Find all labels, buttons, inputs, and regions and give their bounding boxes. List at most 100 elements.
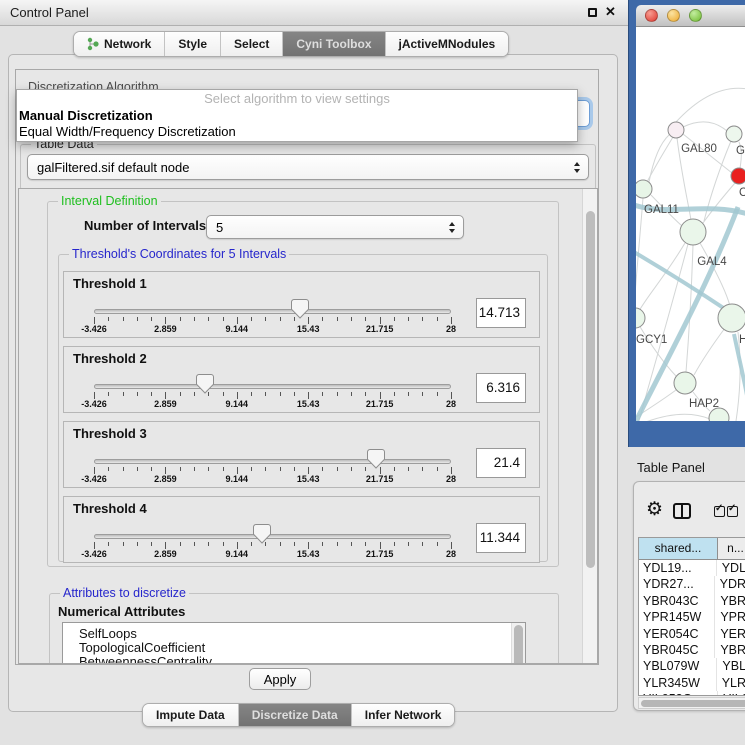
tick-mark xyxy=(194,467,195,471)
node-label: G xyxy=(736,145,745,157)
table-row[interactable]: YBR045CYBR0 xyxy=(639,642,745,658)
tab-select[interactable]: Select xyxy=(220,32,282,56)
column-header-shared-name[interactable]: shared... xyxy=(639,538,718,559)
tab-impute-data[interactable]: Impute Data xyxy=(143,704,238,726)
tick-mark xyxy=(380,317,381,324)
tick-mark xyxy=(365,392,366,396)
apply-button[interactable]: Apply xyxy=(249,668,311,690)
close-icon[interactable]: ✕ xyxy=(605,4,616,20)
network-node-hap2[interactable] xyxy=(674,372,696,394)
table-row[interactable]: YDR27...YDR2 xyxy=(639,576,745,592)
threshold-value-field[interactable]: 11.344 xyxy=(476,523,526,553)
zoom-traffic-light-icon[interactable] xyxy=(689,9,702,22)
network-node-gal80[interactable] xyxy=(668,122,684,138)
table-data-combobox[interactable]: galFiltered.sif default node xyxy=(27,154,589,180)
interval-definition-group: Interval Definition Number of Intervals … xyxy=(47,201,559,567)
tick-mark xyxy=(108,392,109,396)
tick-mark xyxy=(165,542,166,549)
threshold-label: Threshold 2 xyxy=(73,351,147,366)
network-node-gal4[interactable] xyxy=(680,219,706,245)
tick-mark xyxy=(151,392,152,396)
checkbox-icon[interactable] xyxy=(727,506,738,517)
network-node[interactable] xyxy=(726,126,742,142)
tick-label: 28 xyxy=(429,399,473,409)
threshold-value-field[interactable]: 21.4 xyxy=(476,448,526,478)
minimize-traffic-light-icon[interactable] xyxy=(667,9,680,22)
checkbox-icon[interactable] xyxy=(714,506,725,517)
numerical-attributes-list[interactable]: SelfLoopsTopologicalCoefficientBetweenne… xyxy=(62,622,526,664)
network-node-h[interactable] xyxy=(718,304,745,332)
algorithm-option[interactable]: Manual Discretization xyxy=(17,108,577,124)
slider-track[interactable] xyxy=(94,384,451,389)
tick-mark xyxy=(380,392,381,399)
tick-mark xyxy=(408,467,409,471)
node-label: HAP2 xyxy=(689,398,719,410)
scrollbar-thumb[interactable] xyxy=(586,211,595,568)
attributes-list-scrollbar[interactable] xyxy=(511,623,525,664)
table-row[interactable]: YDL19...YDL1 xyxy=(639,560,745,576)
node-label: GCY1 xyxy=(636,334,667,346)
tab-discretize-data[interactable]: Discretize Data xyxy=(238,704,351,726)
tick-mark xyxy=(351,542,352,546)
tab-infer-network[interactable]: Infer Network xyxy=(351,704,455,726)
slider-thumb[interactable] xyxy=(253,523,271,549)
float-window-icon[interactable] xyxy=(588,8,597,17)
algorithm-dropdown-popup: Select algorithm to view settings Manual… xyxy=(16,89,578,142)
table-panel: Table Panel ⚙ shared... n... YDL19...YDL… xyxy=(628,447,745,745)
threshold-panel: Threshold 3-3.4262.8599.14415.4321.71528… xyxy=(63,421,540,488)
table-row[interactable]: YPR145WYPR1 xyxy=(639,609,745,625)
attribute-item[interactable]: SelfLoops xyxy=(79,627,525,641)
slider-track[interactable] xyxy=(94,309,451,314)
tick-mark xyxy=(294,467,295,471)
slider-track[interactable] xyxy=(94,534,451,539)
tab-network[interactable]: Network xyxy=(74,32,164,56)
threshold-value-field[interactable]: 14.713 xyxy=(476,298,526,328)
tick-mark xyxy=(337,317,338,321)
table-row[interactable]: YLR345WYLR3 xyxy=(639,675,745,691)
tick-mark xyxy=(337,392,338,396)
tick-label: 9.144 xyxy=(215,549,259,559)
table-row[interactable]: YIL052CYIL0 xyxy=(639,691,745,696)
gear-icon[interactable]: ⚙ xyxy=(646,500,663,519)
slider-thumb[interactable] xyxy=(291,298,309,324)
attribute-item[interactable]: TopologicalCoefficient xyxy=(79,641,525,655)
tick-label: 15.43 xyxy=(286,474,330,484)
network-canvas[interactable]: GAL80GCGAL11GAL4GCY1HHAP2 xyxy=(636,27,745,421)
table-row[interactable]: YBR043CYBR0 xyxy=(639,593,745,609)
network-node-gal11[interactable] xyxy=(636,180,652,198)
tick-mark xyxy=(165,392,166,399)
tick-mark xyxy=(223,392,224,396)
table-row[interactable]: YBL079WYBL0 xyxy=(639,658,745,674)
network-window-titlebar[interactable] xyxy=(636,5,745,27)
tick-mark xyxy=(94,392,95,399)
num-intervals-combobox[interactable]: 5 xyxy=(206,215,464,239)
algorithm-option[interactable]: Equal Width/Frequency Discretization xyxy=(17,124,577,140)
slider-thumb[interactable] xyxy=(367,448,385,474)
column-header-name[interactable]: n... xyxy=(718,538,745,559)
table-row[interactable]: YER054CYER0 xyxy=(639,626,745,642)
tick-label: 28 xyxy=(429,549,473,559)
table-horizontal-scrollbar[interactable] xyxy=(638,697,745,709)
tick-mark xyxy=(451,317,452,324)
table-data-group: Table Data galFiltered.sif default node xyxy=(20,144,596,190)
slider-track[interactable] xyxy=(94,459,451,464)
tick-mark xyxy=(194,317,195,321)
slider-thumb[interactable] xyxy=(196,373,214,399)
close-traffic-light-icon[interactable] xyxy=(645,9,658,22)
tab-style[interactable]: Style xyxy=(164,32,220,56)
scrollbar-thumb[interactable] xyxy=(641,700,745,707)
table-panel-card: ⚙ shared... n... YDL19...YDL1YDR27...YDR… xyxy=(633,481,745,711)
attribute-item[interactable]: BetweennessCentrality xyxy=(79,655,525,664)
tick-mark xyxy=(437,392,438,396)
tab-cyni-toolbox[interactable]: Cyni Toolbox xyxy=(282,32,384,56)
threshold-coordinates-group: Threshold's Coordinates for 5 Intervals … xyxy=(58,254,548,562)
network-node-gcy1[interactable] xyxy=(636,308,645,328)
tick-mark xyxy=(265,317,266,321)
tick-mark xyxy=(394,542,395,546)
settings-vertical-scrollbar[interactable] xyxy=(582,189,598,663)
threshold-value-field[interactable]: 6.316 xyxy=(476,373,526,403)
tab-jactivemnodules[interactable]: jActiveMNodules xyxy=(385,32,509,56)
threshold-panel: Threshold 2-3.4262.8599.14415.4321.71528… xyxy=(63,346,540,413)
network-node[interactable] xyxy=(731,168,745,184)
columns-icon[interactable] xyxy=(673,503,691,519)
